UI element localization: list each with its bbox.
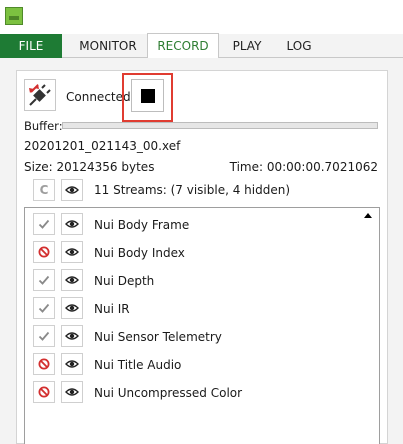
checkmark-icon — [38, 303, 50, 313]
tab-log[interactable]: LOG — [276, 34, 322, 58]
stream-label: Nui Body Index — [94, 246, 185, 260]
buffer-progress-bar — [62, 122, 378, 129]
toggle-visibility-all-button[interactable] — [61, 179, 83, 201]
stream-label: Nui Title Audio — [94, 358, 182, 372]
eye-icon — [65, 220, 79, 228]
stream-toggle-button[interactable] — [33, 213, 55, 235]
stream-toggle-button[interactable] — [33, 381, 55, 403]
stream-label: Nui Uncompressed Color — [94, 386, 243, 400]
eye-icon — [65, 304, 79, 312]
eye-icon — [65, 248, 79, 256]
stream-toggle-button[interactable] — [33, 353, 55, 375]
stream-toggle-button[interactable] — [33, 269, 55, 291]
app-icon — [5, 7, 23, 25]
tab-play[interactable]: PLAY — [224, 34, 270, 58]
stream-label: Nui Body Frame — [94, 218, 190, 232]
connect-button[interactable] — [24, 79, 56, 111]
eye-icon — [65, 276, 79, 284]
highlight-box — [122, 73, 173, 122]
buffer-label: Buffer: — [24, 119, 63, 133]
tab-file[interactable]: FILE — [0, 34, 62, 58]
stream-label: Nui Depth — [94, 274, 155, 288]
checkmark-icon — [38, 275, 50, 285]
checkmark-icon — [38, 219, 50, 229]
tab-record[interactable]: RECORD — [147, 33, 219, 58]
recording-filename: 20201201_021143_00.xef — [24, 139, 181, 153]
stream-visibility-button[interactable] — [61, 213, 83, 235]
stream-label: Nui IR — [94, 302, 130, 316]
recording-time: Time: 00:00:00.7021062 — [229, 160, 378, 174]
stream-visibility-button[interactable] — [61, 353, 83, 375]
stream-visibility-button[interactable] — [61, 241, 83, 263]
eye-icon — [65, 360, 79, 368]
plug-connect-icon — [29, 84, 51, 106]
stream-toggle-button[interactable] — [33, 241, 55, 263]
stream-visibility-button[interactable] — [61, 381, 83, 403]
eye-icon — [65, 388, 79, 396]
stream-visibility-button[interactable] — [61, 269, 83, 291]
stream-toggle-button[interactable] — [33, 297, 55, 319]
no-entry-icon — [38, 246, 50, 258]
connection-status: Connected — [66, 90, 131, 104]
no-entry-icon — [38, 386, 50, 398]
eye-icon — [65, 186, 79, 194]
stream-visibility-button[interactable] — [61, 297, 83, 319]
checkmark-icon — [38, 331, 50, 341]
ribbon-tabs: FILE MONITOR RECORD PLAY LOG — [0, 33, 403, 58]
stream-label: Nui Sensor Telemetry — [94, 330, 222, 344]
clear-selection-button[interactable]: C — [33, 179, 55, 201]
streams-summary: 11 Streams: (7 visible, 4 hidden) — [94, 183, 291, 197]
recording-size: Size: 20124356 bytes — [24, 160, 155, 174]
sort-arrow-icon[interactable] — [364, 213, 372, 218]
tab-monitor[interactable]: MONITOR — [70, 34, 146, 58]
stream-visibility-button[interactable] — [61, 325, 83, 347]
title-bar — [0, 0, 403, 34]
no-entry-icon — [38, 358, 50, 370]
eye-icon — [65, 332, 79, 340]
stream-toggle-button[interactable] — [33, 325, 55, 347]
